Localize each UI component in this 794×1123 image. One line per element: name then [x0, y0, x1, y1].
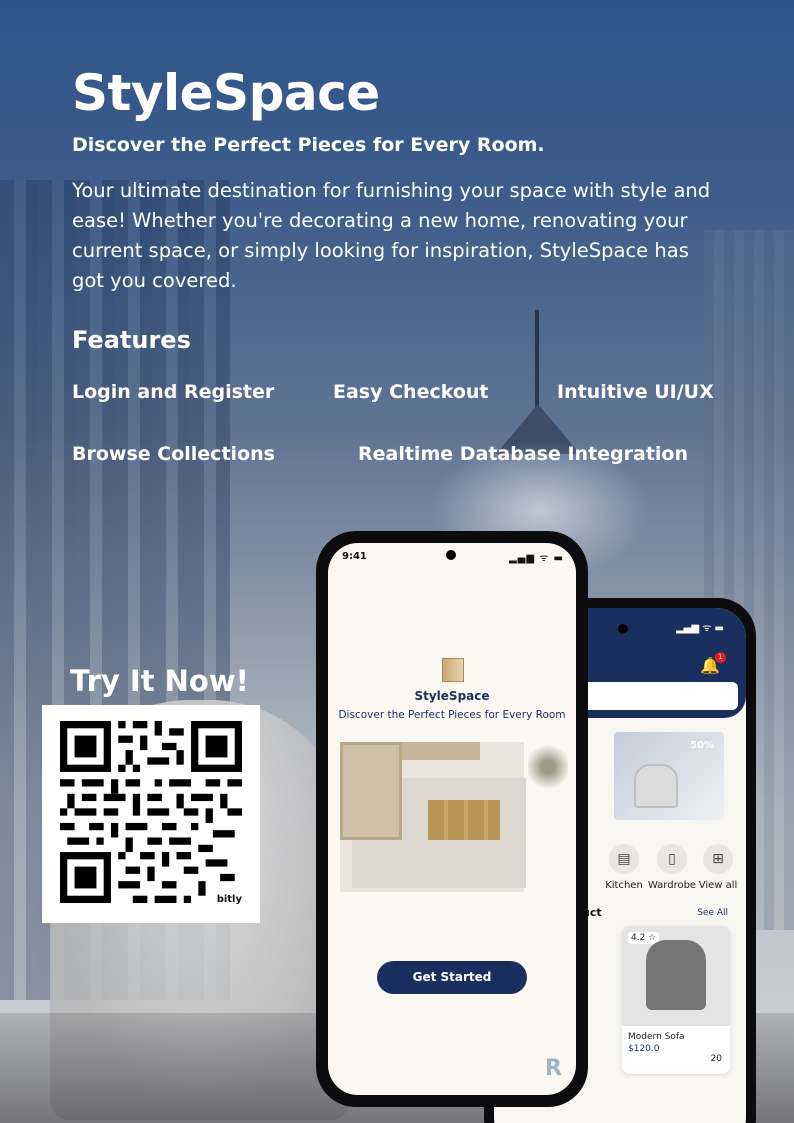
feature-intuitive-ui: Intuitive UI/UX: [557, 381, 714, 403]
category-label: View all: [698, 880, 738, 891]
see-all-link[interactable]: See All: [697, 908, 728, 918]
feature-login-register: Login and Register: [72, 381, 275, 403]
welcome-title: StyleSpace: [414, 689, 490, 703]
camera-cutout: [446, 550, 456, 560]
qr-tag: bitly: [216, 894, 242, 905]
coffee-tables: [428, 800, 500, 840]
product-image: 4.2 ☆: [622, 926, 730, 1026]
armchair-icon: [634, 764, 678, 808]
plant: [528, 742, 568, 792]
brand-tagline: Discover the Perfect Pieces for Every Ro…: [72, 134, 545, 156]
product-name: Modern Sofa: [628, 1032, 685, 1042]
grid-icon: ⊞: [703, 844, 733, 874]
feature-easy-checkout: Easy Checkout: [333, 381, 489, 403]
features-heading: Features: [72, 326, 191, 354]
sofa: [340, 742, 402, 840]
app-logo-icon: [442, 658, 464, 682]
qr-code[interactable]: bitly: [42, 705, 260, 923]
promo-banner[interactable]: 50%: [614, 732, 724, 820]
brand-description: Your ultimate destination for furnishing…: [72, 179, 711, 292]
banner-discount: 50%: [690, 740, 714, 751]
qr-code-icon: [60, 721, 242, 903]
product-count: 20: [710, 1054, 722, 1064]
try-now-heading: Try It Now!: [70, 664, 249, 698]
welcome-screen: 9:41 ▂▄▆ ᯤ ▬ StyleSpace Discover the Per…: [328, 543, 576, 1095]
brand-title: StyleSpace: [72, 64, 380, 122]
lamp-pole: [535, 310, 539, 410]
armchair-image: [646, 940, 706, 1010]
status-time: 9:41: [342, 551, 367, 562]
status-icons: ▂▄▆ ᯤ ▬: [508, 553, 564, 564]
notification-badge: 1: [715, 652, 726, 663]
feature-realtime-database: Realtime Database Integration: [358, 443, 689, 465]
corner-logo: R: [545, 1056, 562, 1081]
camera-cutout: [618, 624, 628, 634]
welcome-subtitle: Discover the Perfect Pieces for Every Ro…: [338, 709, 566, 721]
kitchen-icon: ▤: [609, 844, 639, 874]
product-price: $120.0: [628, 1044, 660, 1054]
feature-browse-collections: Browse Collections: [72, 443, 275, 465]
living-room-image: [340, 742, 568, 892]
hero-section: StyleSpace Discover the Perfect Pieces f…: [72, 62, 732, 296]
category-view-all[interactable]: ⊞ View all: [688, 844, 746, 891]
get-started-button[interactable]: Get Started: [377, 961, 527, 994]
status-icons: ▂▄▆ ᯤ ▬: [675, 623, 724, 634]
phone-mockup-welcome: 9:41 ▂▄▆ ᯤ ▬ StyleSpace Discover the Per…: [316, 531, 588, 1107]
wardrobe-icon: ▯: [657, 844, 687, 874]
product-card[interactable]: 4.2 ☆ Modern Sofa $120.0 20: [622, 926, 730, 1074]
category-label: Kitchen: [605, 880, 643, 891]
